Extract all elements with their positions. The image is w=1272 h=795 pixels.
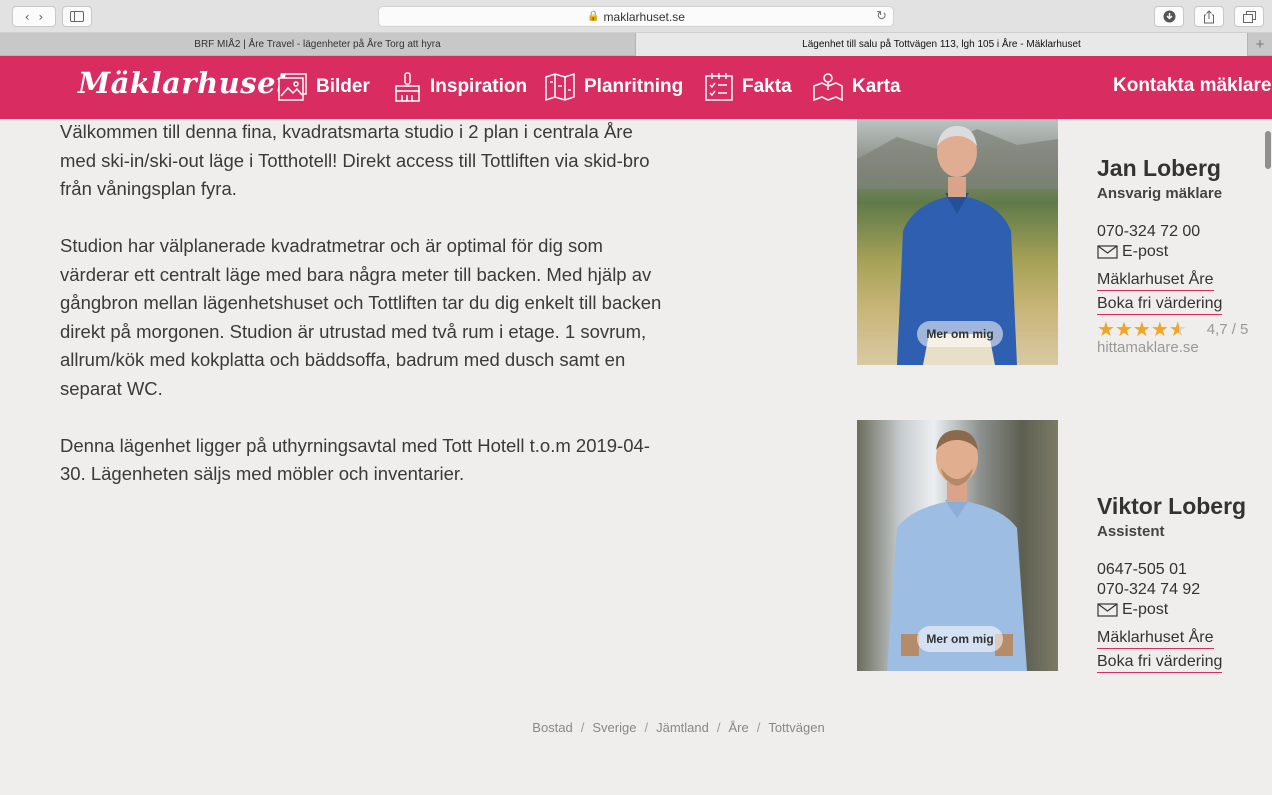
nav-item-planritning[interactable]: Planritning: [544, 70, 683, 104]
share-button[interactable]: [1194, 6, 1224, 27]
property-description: Välkommen till denna fina, kvadratsmarta…: [60, 118, 670, 517]
tab-bar: BRF MIÅ2 | Åre Travel - lägenheter på År…: [0, 33, 1272, 56]
nav-item-fakta[interactable]: Fakta: [704, 70, 792, 104]
forward-icon[interactable]: ›: [39, 10, 44, 24]
back-forward-buttons[interactable]: ‹ ›: [12, 6, 56, 27]
scrollbar-thumb[interactable]: [1265, 131, 1271, 169]
star-icon: ★: [1097, 317, 1115, 341]
breadcrumb-item[interactable]: Sverige: [592, 720, 636, 735]
tab-maklarhuset[interactable]: Lägenhet till salu på Tottvägen 113, lgh…: [636, 33, 1248, 56]
envelope-icon: [1097, 603, 1118, 617]
images-icon: [278, 73, 307, 101]
breadcrumb-item[interactable]: Jämtland: [656, 720, 709, 735]
breadcrumb-item[interactable]: Åre: [728, 720, 748, 735]
tab-title: BRF MIÅ2 | Åre Travel - lägenheter på År…: [194, 39, 441, 50]
description-paragraph: Denna lägenhet ligger på uthyrningsavtal…: [60, 434, 650, 485]
rating-value: 4,7 / 5: [1206, 320, 1249, 338]
more-about-me-button[interactable]: Mer om mig: [917, 321, 1003, 347]
more-about-me-button[interactable]: Mer om mig: [917, 626, 1003, 652]
contact-agent-link[interactable]: Kontakta mäklaren: [1113, 75, 1272, 97]
lock-icon: 🔒: [587, 11, 600, 22]
nav-item-label: Inspiration: [430, 76, 528, 97]
description-paragraph: Studion har välplanerade kvadratmetrar o…: [60, 235, 662, 399]
new-tab-button[interactable]: +: [1248, 33, 1272, 56]
checklist-icon: [705, 73, 733, 101]
agent-role: Ansvarig mäklare: [1097, 185, 1223, 202]
downloads-button[interactable]: [1154, 6, 1184, 27]
office-link[interactable]: Mäklarhuset Åre: [1097, 270, 1214, 291]
breadcrumb-item[interactable]: Bostad: [532, 720, 572, 735]
back-icon[interactable]: ‹: [25, 10, 30, 24]
address-text: maklarhuset.se: [603, 9, 685, 24]
agent-email-link[interactable]: E-post: [1097, 600, 1272, 620]
breadcrumb-item[interactable]: Tottvägen: [768, 720, 824, 735]
map-pin-icon: [813, 73, 843, 102]
agent-photo-viktor[interactable]: Mer om mig: [857, 420, 1058, 671]
site-navbar: Mäklarhuset Bilder Inspiration Planritni…: [0, 56, 1272, 119]
envelope-icon: [1097, 245, 1118, 259]
star-icon: ★: [1114, 317, 1133, 341]
agent-name: Jan Loberg: [1097, 155, 1221, 181]
reload-icon[interactable]: ↻: [876, 9, 887, 24]
email-label: E-post: [1122, 601, 1169, 618]
agent-name: Viktor Loberg: [1097, 493, 1247, 519]
description-paragraph: Välkommen till denna fina, kvadratsmarta…: [60, 121, 650, 199]
star-icon: ★: [1150, 317, 1169, 341]
nav-item-label: Planritning: [584, 76, 684, 97]
nav-item-label: Bilder: [316, 76, 370, 97]
browser-toolbar: ‹ › 🔒 maklarhuset.se ↻: [0, 0, 1272, 33]
nav-item-label: Fakta: [742, 76, 792, 97]
email-label: E-post: [1122, 243, 1169, 260]
nav-item-bilder[interactable]: Bilder: [278, 70, 370, 104]
rating-source[interactable]: hittamaklare.se: [1097, 339, 1272, 357]
agent-card-jan: Jan Loberg Ansvarig mäklare 070-324 72 0…: [1097, 154, 1272, 357]
site-logo[interactable]: Mäklarhuset: [78, 66, 290, 100]
book-valuation-link[interactable]: Boka fri värdering: [1097, 652, 1223, 673]
tab-are-travel[interactable]: BRF MIÅ2 | Åre Travel - lägenheter på År…: [0, 33, 636, 56]
half-star-icon: ★: [1168, 317, 1187, 341]
agent-phone[interactable]: 0647-505 01: [1097, 560, 1272, 580]
page-scrollbar[interactable]: [1262, 120, 1271, 795]
star-icon: ★: [1132, 317, 1151, 341]
agent-phone[interactable]: 070-324 74 92: [1097, 580, 1272, 600]
address-bar[interactable]: 🔒 maklarhuset.se ↻: [378, 6, 894, 27]
tab-title: Lägenhet till salu på Tottvägen 113, lgh…: [802, 39, 1081, 50]
download-icon: [1163, 10, 1175, 23]
rating-stars[interactable]: ★ ★ ★ ★ ★ 4,7 / 5: [1097, 319, 1272, 339]
sidebar-toggle-button[interactable]: [62, 6, 92, 27]
book-valuation-link[interactable]: Boka fri värdering: [1097, 294, 1223, 315]
floorplan-icon: [545, 72, 575, 102]
nav-item-label: Karta: [852, 76, 901, 97]
agent-role: Assistent: [1097, 523, 1165, 540]
nav-item-inspiration[interactable]: Inspiration: [392, 70, 527, 104]
agent-photo-jan[interactable]: Mer om mig: [857, 119, 1058, 365]
office-link[interactable]: Mäklarhuset Åre: [1097, 628, 1214, 649]
agent-phone[interactable]: 070-324 72 00: [1097, 222, 1272, 242]
agent-email-link[interactable]: E-post: [1097, 242, 1272, 262]
nav-item-karta[interactable]: Karta: [812, 70, 901, 104]
agent-card-viktor: Viktor Loberg Assistent 0647-505 01 070-…: [1097, 492, 1272, 673]
sidebar-icon: [70, 11, 84, 22]
paintbrush-icon: [395, 72, 420, 102]
tabs-icon: [1242, 10, 1256, 23]
share-icon: [1204, 9, 1214, 23]
tabs-overview-button[interactable]: [1234, 6, 1264, 27]
breadcrumb: Bostad / Sverige / Jämtland / Åre / Tottvägen: [532, 720, 825, 735]
